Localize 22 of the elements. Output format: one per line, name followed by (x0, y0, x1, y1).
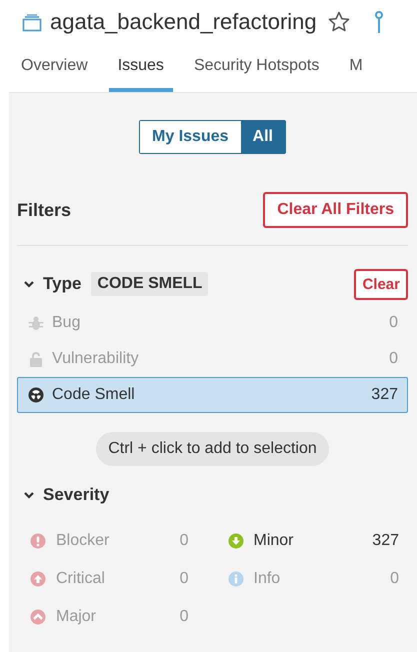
scope-toggle-button[interactable]: My Issues (140, 121, 241, 153)
radiation-icon (28, 387, 44, 403)
project-title: agata_backend_refactoring (50, 9, 317, 35)
nav-tab[interactable]: Overview (12, 44, 97, 92)
clear-all-filters-button[interactable]: Clear All Filters (263, 192, 408, 228)
severity-facet-item[interactable]: Minor 327 (228, 522, 408, 560)
nav-tab[interactable]: Security Hotspots (184, 44, 328, 92)
chevron-down-icon[interactable] (23, 278, 35, 290)
type-facet-item[interactable]: Code Smell 327 (17, 377, 408, 413)
facet-title[interactable]: Type (43, 274, 82, 294)
padlock-icon (28, 351, 44, 367)
filters-heading: Filters (17, 200, 72, 220)
scope-toggle-button[interactable]: All (240, 121, 285, 153)
chevron-down-icon[interactable] (23, 489, 35, 501)
bug-icon (28, 315, 44, 331)
type-value-badge: CODE SMELL (91, 272, 208, 296)
project-icon (22, 14, 42, 32)
star-icon[interactable] (326, 10, 351, 34)
selection-hint: Ctrl + click to add to selection (96, 432, 329, 466)
nav-tab[interactable]: M (340, 44, 372, 92)
clear-button[interactable]: Clear (354, 268, 408, 300)
facet-title[interactable]: Severity (43, 485, 110, 505)
